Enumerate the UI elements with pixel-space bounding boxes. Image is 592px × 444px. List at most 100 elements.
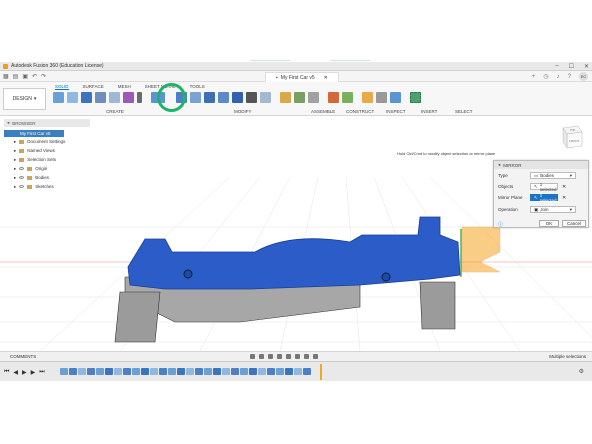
play-icon[interactable]: ▶ [22,369,27,376]
offset-plane-icon[interactable] [328,92,339,103]
close-tab-icon[interactable]: ✕ [324,75,328,81]
dropdown-icon[interactable] [137,92,142,103]
add-tab-icon[interactable]: + [532,74,536,80]
grid-settings-icon[interactable] [304,354,309,359]
maximize-icon[interactable]: ☐ [569,63,574,70]
timeline-marker[interactable] [320,364,322,380]
look-at-icon[interactable] [259,354,264,359]
insert-decal-icon[interactable] [376,92,387,103]
ok-button[interactable]: OK [539,220,559,227]
timeline-feature[interactable] [222,368,230,375]
document-tab[interactable]: ▪ My First Car v5 ✕ [265,72,339,82]
create-sketch-icon[interactable] [67,92,78,103]
tree-item-bodies[interactable]: ▸ Bodies [4,173,90,182]
align-icon[interactable] [260,92,271,103]
mirror-dialog-title-bar[interactable]: ◂ MIRROR [494,161,588,169]
comments-label[interactable]: COMMENTS [0,354,36,359]
timeline-feature[interactable] [195,368,203,375]
bell-icon[interactable]: ♪ [557,74,560,80]
chevron-right-icon[interactable]: ▸ [14,139,16,145]
group-create[interactable]: CREATE [106,109,124,114]
operation-select[interactable]: ▣ Join ▾ [530,206,576,213]
tab-tools[interactable]: TOOLS [190,84,205,90]
skip-end-icon[interactable]: ⏭ [39,369,44,376]
timeline-feature[interactable] [285,368,293,375]
joint-icon[interactable] [294,92,305,103]
chevron-right-icon[interactable]: ▸ [14,175,16,181]
group-assemble[interactable]: ASSEMBLE [311,109,335,114]
timeline-feature[interactable] [105,368,113,375]
timeline-feature[interactable] [177,368,185,375]
timeline-feature[interactable] [213,368,221,375]
save-icon[interactable]: ▣ [22,73,28,80]
timeline-feature[interactable] [159,368,167,375]
timeline-feature[interactable] [267,368,275,375]
clear-objects-icon[interactable]: ✕ [562,184,566,190]
fillet-icon[interactable] [190,92,201,103]
select-icon[interactable] [410,92,421,103]
shell-icon[interactable] [218,92,229,103]
gear-icon[interactable]: ⚙ [579,368,584,375]
tree-item-sketches[interactable]: ▸ Sketches [4,182,90,191]
viewcube[interactable]: TOP FRONT [560,122,584,150]
collapse-icon[interactable]: ◂ [7,120,9,126]
timeline-feature[interactable] [294,368,302,375]
timeline-feature[interactable] [78,368,86,375]
objects-selection[interactable]: ↖ 1 selected [530,182,558,192]
timeline-feature[interactable] [87,368,95,375]
form-icon[interactable] [123,92,134,103]
file-icon[interactable]: ▤ [13,73,19,80]
undo-icon[interactable]: ↶ [32,73,37,80]
group-modify[interactable]: MODIFY [234,109,252,114]
step-back-icon[interactable]: ◀ [13,369,18,376]
grid-icon[interactable]: ▦ [3,73,9,80]
browser-root-item[interactable]: My First Car v5 [4,130,64,137]
new-component-icon[interactable] [53,92,64,103]
timeline-feature[interactable] [141,368,149,375]
group-inspect[interactable]: INSPECT [386,109,406,114]
mirror-plane-selection[interactable]: ↖ 1 selected [530,193,558,203]
group-insert[interactable]: INSERT [421,109,437,114]
chevron-right-icon[interactable]: ▸ [14,184,16,190]
timeline-feature[interactable] [240,368,248,375]
cancel-button[interactable]: Cancel [562,220,586,227]
fit-icon[interactable] [286,354,291,359]
orbit-icon[interactable] [250,354,255,359]
extrude-icon[interactable] [81,92,92,103]
step-forward-icon[interactable]: ▶ [31,369,36,376]
clock-icon[interactable]: ◷ [543,73,548,80]
insert-canvas-icon[interactable] [390,92,401,103]
zoom-icon[interactable] [277,354,282,359]
chevron-right-icon[interactable]: ▸ [14,166,16,172]
pan-icon[interactable] [268,354,273,359]
timeline-feature[interactable] [258,368,266,375]
combine-icon[interactable] [232,92,243,103]
info-icon[interactable]: ⓘ [498,221,503,228]
timeline-feature[interactable] [276,368,284,375]
close-icon[interactable]: ✕ [584,63,589,70]
tree-item-selection-sets[interactable]: ▸ Selection Sets [4,155,90,164]
as-built-joint-icon[interactable] [308,92,319,103]
timeline-feature[interactable] [231,368,239,375]
browser-header[interactable]: ◂ BROWSER [4,119,90,127]
new-component-assemble-icon[interactable] [280,92,291,103]
minimize-icon[interactable]: – [555,63,558,70]
midplane-icon[interactable] [342,92,353,103]
redo-icon[interactable]: ↷ [41,73,46,80]
chevron-right-icon[interactable]: ▸ [14,148,16,154]
workspace-switcher[interactable]: DESIGN ▾ [3,88,46,110]
tab-mesh[interactable]: MESH [118,84,131,90]
timeline-feature[interactable] [114,368,122,375]
eye-icon[interactable] [19,176,25,179]
measure-icon[interactable] [362,92,373,103]
tree-item-named-views[interactable]: ▸ Named Views [4,146,90,155]
skip-start-icon[interactable]: ⏮ [4,369,9,376]
avatar[interactable]: EC [579,72,588,81]
timeline-feature[interactable] [186,368,194,375]
chamfer-icon[interactable] [204,92,215,103]
timeline-feature[interactable] [150,368,158,375]
group-select[interactable]: SELECT [455,109,473,114]
tree-item-document-settings[interactable]: ▸ Document Settings [4,137,90,146]
group-construct[interactable]: CONSTRUCT [346,109,374,114]
tab-surface[interactable]: SURFACE [83,84,104,90]
